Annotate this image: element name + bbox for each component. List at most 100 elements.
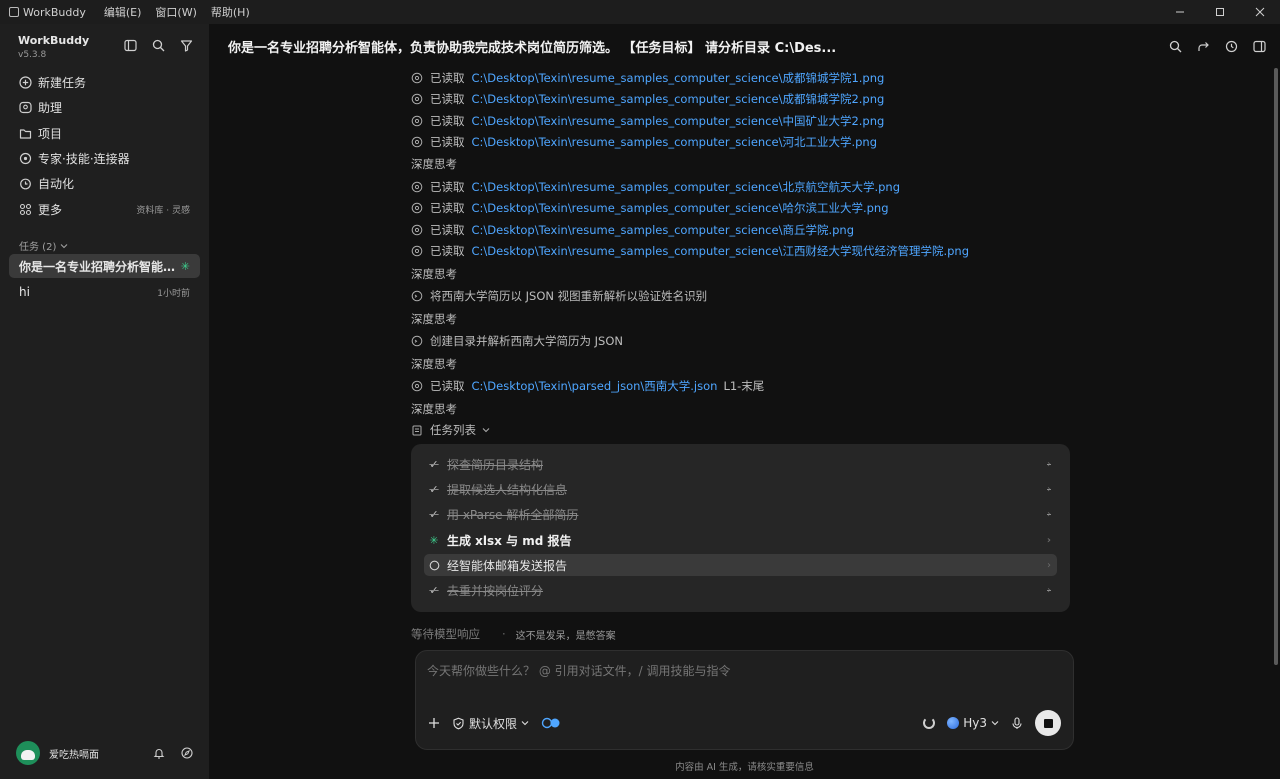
deep-thinking-toggle[interactable]: 深度思考 — [411, 356, 457, 372]
deep-thinking-toggle[interactable]: 深度思考 — [411, 266, 457, 282]
task-list-item[interactable]: 经智能体邮箱发送报告 › — [424, 554, 1057, 576]
side-panel-icon[interactable] — [1252, 39, 1266, 53]
file-path-link[interactable]: C:\Desktop\Texin\resume_samples_computer… — [472, 134, 878, 150]
bell-icon[interactable] — [152, 746, 166, 760]
task-item-active[interactable]: 你是一名专业招聘分析智能… ✳ — [9, 254, 200, 278]
agent-mode-button[interactable] — [541, 717, 563, 729]
plus-icon — [429, 718, 439, 728]
deep-thinking-toggle[interactable]: 深度思考 — [411, 156, 457, 172]
task-list-item[interactable]: ✓ 用 xParse 解析全部简历 › — [424, 503, 1057, 525]
file-path-link[interactable]: C:\Desktop\Texin\resume_samples_computer… — [472, 179, 901, 195]
log-action-line: 创建目录并解析西南大学简历为 JSON — [411, 333, 623, 349]
file-path-link[interactable]: C:\Desktop\Texin\resume_samples_computer… — [472, 222, 855, 238]
task-item[interactable]: hi 1小时前 — [9, 280, 200, 304]
menu-window[interactable]: 窗口(W) — [155, 4, 196, 20]
spinner-icon: ✳ — [429, 533, 439, 547]
attach-button[interactable] — [428, 717, 440, 729]
microphone-icon — [1012, 716, 1022, 729]
task-list-item[interactable]: ✓ 提取候选人结构化信息 › — [424, 478, 1057, 500]
sidebar-item-more[interactable]: 更多 资料库 · 灵感 — [10, 196, 200, 221]
task-item-label: hi — [19, 285, 30, 299]
menu-help[interactable]: 帮助(H) — [211, 4, 250, 20]
task-list-item[interactable]: ✓ 去重并按岗位评分 › — [424, 579, 1057, 601]
close-button[interactable] — [1240, 0, 1280, 24]
more-extra-label[interactable]: 资料库 · 灵感 — [136, 203, 190, 216]
log-read-line: 已读取 C:\Desktop\Texin\resume_samples_comp… — [411, 243, 969, 259]
stop-icon — [1043, 718, 1053, 728]
chevron-right-icon: › — [1047, 508, 1051, 520]
file-path-link[interactable]: C:\Desktop\Texin\resume_samples_computer… — [472, 200, 889, 216]
scrollbar-thumb[interactable] — [1274, 68, 1278, 665]
filter-icon[interactable] — [179, 38, 193, 52]
file-path-link[interactable]: C:\Desktop\Texin\resume_samples_computer… — [472, 113, 885, 129]
tasks-section-label: 任务 (2) — [19, 242, 57, 253]
task-item-time: 1小时前 — [157, 288, 190, 299]
task-list-item[interactable]: ✳ 生成 xlsx 与 md 报告 › — [424, 529, 1057, 551]
task-list-item-label: 经智能体邮箱发送报告 — [447, 558, 568, 573]
circle-icon — [428, 559, 440, 571]
composer: 默认权限 Hy3 — [415, 650, 1074, 750]
file-path-link[interactable]: C:\Desktop\Texin\parsed_json\西南大学.json — [472, 378, 718, 394]
menu-edit[interactable]: 编辑(E) — [104, 4, 142, 20]
user-actions — [152, 746, 194, 760]
action-label: 将西南大学简历以 JSON 视图重新解析以验证姓名识别 — [430, 289, 708, 303]
sidebar-item-new-task[interactable]: 新建任务 — [10, 70, 200, 95]
check-icon: ✓ — [429, 457, 439, 471]
panel-toggle-icon[interactable] — [123, 38, 137, 52]
title-bar: WorkBuddy 编辑(E) 窗口(W) 帮助(H) — [0, 0, 1280, 24]
sidebar-item-experts[interactable]: 专家·技能·连接器 — [10, 146, 200, 171]
read-label: 已读取 — [430, 92, 465, 106]
sidebar-item-label: 新建任务 — [38, 76, 87, 91]
model-globe-icon — [947, 717, 960, 729]
deep-thinking-toggle[interactable]: 深度思考 — [411, 311, 457, 327]
chevron-right-icon: › — [1047, 458, 1051, 470]
prompt-input[interactable] — [427, 664, 1027, 678]
tasks-section-toggle[interactable]: 任务 (2) — [19, 238, 68, 253]
eye-icon — [411, 93, 423, 105]
file-path-link[interactable]: C:\Desktop\Texin\resume_samples_computer… — [472, 91, 885, 107]
chevron-down-icon — [60, 243, 68, 248]
log-read-line: 已读取 C:\Desktop\Texin\resume_samples_comp… — [411, 113, 884, 129]
action-label: 创建目录并解析西南大学简历为 JSON — [430, 334, 623, 348]
compass-icon[interactable] — [180, 746, 194, 760]
scrollbar[interactable] — [1274, 68, 1278, 665]
chevron-down-icon — [991, 721, 999, 726]
maximize-button[interactable] — [1200, 0, 1240, 24]
sidebar-item-assistant[interactable]: 助理 — [10, 95, 200, 120]
file-path-link[interactable]: C:\Desktop\Texin\resume_samples_computer… — [472, 70, 885, 86]
deep-thinking-toggle[interactable]: 深度思考 — [411, 401, 457, 417]
sidebar-item-automation[interactable]: 自动化 — [10, 171, 200, 196]
permission-dropdown[interactable]: 默认权限 — [452, 715, 529, 732]
window-controls — [1160, 0, 1280, 24]
read-label: 已读取 — [430, 71, 465, 85]
log-read-line: 已读取 C:\Desktop\Texin\resume_samples_comp… — [411, 134, 877, 150]
log-read-line: 已读取 C:\Desktop\Texin\parsed_json\西南大学.js… — [411, 378, 764, 394]
sidebar: WorkBuddy v5.3.8 新建任务 助理 项目 专家·技能·连接器 自动… — [0, 24, 209, 779]
search-icon[interactable] — [151, 38, 165, 52]
shield-check-icon — [453, 717, 464, 729]
share-icon[interactable] — [1196, 39, 1210, 53]
check-icon: ✓ — [429, 583, 439, 597]
maximize-icon — [1216, 8, 1224, 16]
sidebar-item-projects[interactable]: 项目 — [10, 121, 200, 146]
sidebar-app-title: WorkBuddy — [18, 34, 90, 47]
eye-icon — [411, 202, 423, 214]
stop-button[interactable] — [1035, 710, 1061, 736]
task-list-item-label: 探查简历目录结构 — [447, 457, 544, 472]
task-list-item-label: 用 xParse 解析全部简历 — [447, 507, 579, 522]
tasklist-toggle[interactable]: 任务列表 — [411, 422, 491, 438]
assistant-icon — [19, 101, 32, 114]
permission-label: 默认权限 — [469, 716, 518, 731]
file-path-link[interactable]: C:\Desktop\Texin\resume_samples_computer… — [472, 243, 970, 259]
history-icon[interactable] — [1224, 39, 1238, 53]
log-read-line: 已读取 C:\Desktop\Texin\resume_samples_comp… — [411, 222, 854, 238]
user-profile[interactable]: 爱吃热嗝面 — [16, 741, 194, 765]
minimize-button[interactable] — [1160, 0, 1200, 24]
avatar[interactable] — [16, 741, 40, 765]
model-selector[interactable]: Hy3 — [947, 716, 999, 730]
eye-icon — [411, 380, 423, 392]
check-icon: ✓ — [429, 482, 439, 496]
search-icon[interactable] — [1168, 39, 1182, 53]
task-list-item[interactable]: ✓ 探查简历目录结构 › — [424, 453, 1057, 475]
microphone-button[interactable] — [1011, 716, 1023, 730]
